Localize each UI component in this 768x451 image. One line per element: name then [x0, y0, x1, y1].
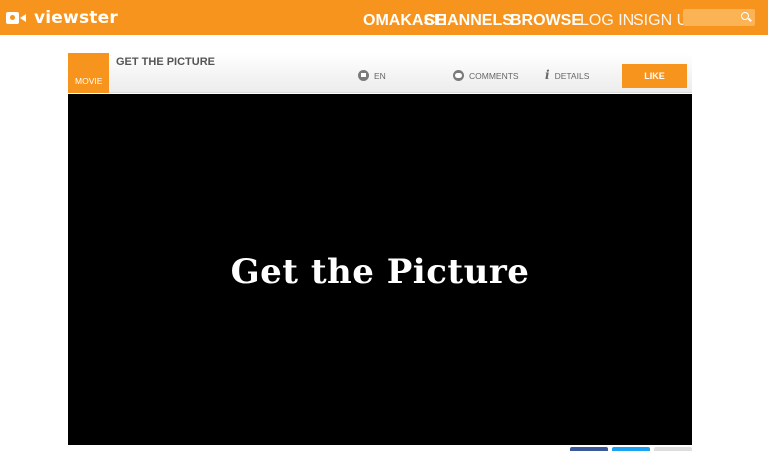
nav-browse[interactable]: BROWSE	[510, 12, 582, 30]
search-input[interactable]	[683, 9, 755, 26]
more-share-button[interactable]	[654, 447, 692, 451]
like-button[interactable]: LIKE	[622, 64, 687, 88]
player-header: MOVIE GET THE PICTURE EN COMMENTS i DETA…	[68, 53, 692, 93]
details-label: DETAILS	[554, 70, 590, 81]
video-player[interactable]: Get the Picture	[68, 94, 692, 445]
viewster-logo[interactable]: viewster	[6, 8, 118, 28]
camera-icon	[6, 10, 28, 26]
logo-text: viewster	[34, 8, 118, 28]
twitter-share-button[interactable]	[612, 447, 650, 451]
login-link[interactable]: LOG IN	[580, 12, 634, 30]
search-icon[interactable]	[741, 12, 749, 20]
language-selector[interactable]: EN	[358, 70, 386, 81]
comments-button[interactable]: COMMENTS	[453, 70, 519, 81]
details-button[interactable]: i DETAILS	[545, 68, 590, 82]
video-title-card: Get the Picture	[230, 251, 530, 292]
comment-bubble-icon	[453, 70, 464, 81]
facebook-share-button[interactable]	[570, 447, 608, 451]
share-buttons	[570, 447, 692, 451]
top-bar: viewster OMAKASE CHANNELS BROWSE LOG IN …	[0, 0, 768, 35]
flag-icon	[358, 70, 369, 81]
video-title: GET THE PICTURE	[116, 56, 216, 68]
comments-label: COMMENTS	[469, 70, 519, 81]
type-label: MOVIE	[75, 76, 103, 86]
type-badge: MOVIE	[68, 53, 109, 93]
nav-channels[interactable]: CHANNELS	[424, 12, 513, 30]
language-label: EN	[374, 70, 386, 81]
info-icon: i	[545, 68, 550, 82]
